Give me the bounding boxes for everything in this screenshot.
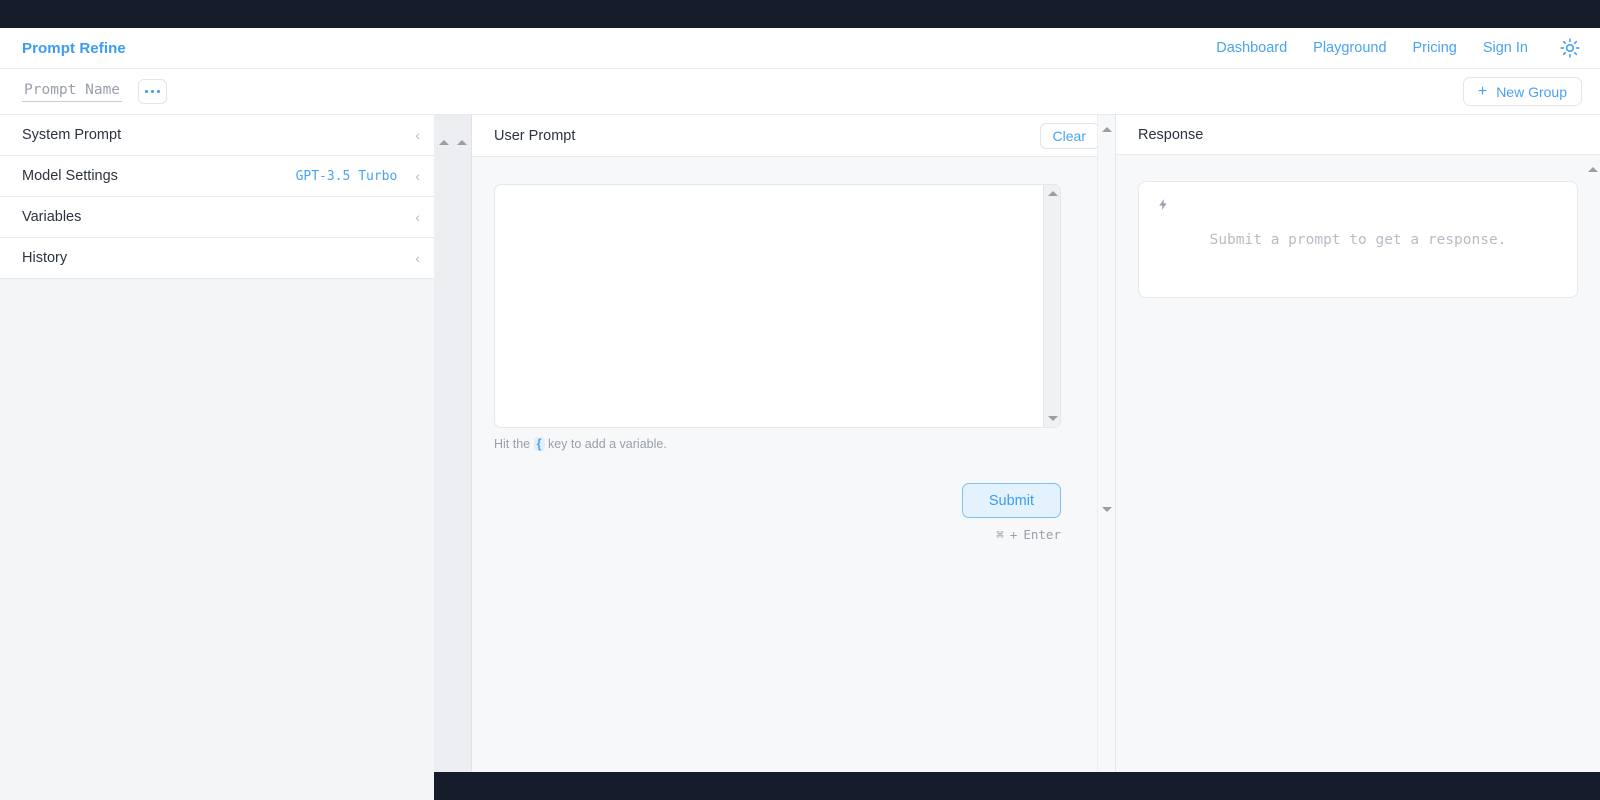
scroll-up-arrow-icon[interactable] bbox=[1102, 127, 1112, 132]
sidebar-item-variables[interactable]: Variables ‹ bbox=[0, 197, 434, 238]
main-body: System Prompt ‹ Model Settings GPT-3.5 T… bbox=[0, 115, 1600, 800]
response-placeholder-text: Submit a prompt to get a response. bbox=[1209, 232, 1507, 248]
prompt-toolbar: Prompt Name + New Group bbox=[0, 69, 1600, 115]
app-window: Prompt Refine Dashboard Playground Prici… bbox=[0, 0, 1600, 800]
sidebar-empty-area bbox=[0, 279, 434, 800]
nav-link-dashboard[interactable]: Dashboard bbox=[1216, 40, 1287, 56]
sidebar-item-model-settings[interactable]: Model Settings GPT-3.5 Turbo ‹ bbox=[0, 156, 434, 197]
sidebar-item-label: History bbox=[22, 250, 68, 266]
chevron-left-icon[interactable]: ‹ bbox=[415, 169, 420, 183]
response-header: Response bbox=[1116, 115, 1600, 155]
submit-button[interactable]: Submit bbox=[961, 483, 1061, 518]
chevron-left-icon[interactable]: ‹ bbox=[415, 251, 420, 265]
scroll-up-arrow-icon[interactable] bbox=[1047, 191, 1058, 196]
model-name-badge: GPT-3.5 Turbo bbox=[295, 168, 398, 184]
ellipsis-icon-dot bbox=[156, 89, 160, 94]
lightning-bolt-icon bbox=[1157, 198, 1170, 214]
ellipsis-icon-dot bbox=[145, 89, 149, 94]
middle-panel-scrollbar[interactable] bbox=[1097, 115, 1115, 772]
sidebar-item-history[interactable]: History ‹ bbox=[0, 238, 434, 279]
variable-hint: Hit the { key to add a variable. bbox=[494, 437, 1075, 451]
app-brand-logo[interactable]: Prompt Refine bbox=[22, 40, 126, 57]
top-chrome-bar bbox=[0, 0, 1600, 28]
shortcut-plus: + bbox=[1009, 527, 1018, 542]
response-panel-scrollbar[interactable] bbox=[1586, 155, 1600, 772]
response-body: Submit a prompt to get a response. bbox=[1116, 155, 1600, 772]
shortcut-enter-key: Enter bbox=[1023, 527, 1061, 542]
scroll-up-arrow-icon[interactable] bbox=[457, 123, 467, 145]
user-prompt-title: User Prompt bbox=[494, 127, 576, 144]
sidebar-item-label: Variables bbox=[22, 209, 82, 225]
left-sidebar: System Prompt ‹ Model Settings GPT-3.5 T… bbox=[0, 115, 434, 800]
submit-shortcut-hint: ⌘ + Enter bbox=[996, 527, 1061, 542]
plus-icon: + bbox=[1477, 82, 1488, 100]
sidebar-item-label: Model Settings bbox=[22, 168, 118, 184]
prompt-textarea-wrapper bbox=[494, 184, 1061, 428]
chevron-left-icon[interactable]: ‹ bbox=[415, 128, 420, 142]
sidebar-scrollbar[interactable] bbox=[434, 115, 472, 772]
prompt-textarea[interactable] bbox=[494, 184, 1061, 428]
scroll-down-arrow-icon[interactable] bbox=[1102, 507, 1112, 512]
user-prompt-body: Hit the { key to add a variable. Submit … bbox=[472, 157, 1115, 772]
submit-row: Submit ⌘ + Enter bbox=[494, 483, 1061, 542]
prompt-toolbar-left: Prompt Name bbox=[22, 79, 168, 104]
prompt-name-input[interactable]: Prompt Name bbox=[22, 81, 123, 102]
prompt-options-button[interactable] bbox=[138, 79, 168, 104]
new-group-button[interactable]: + New Group bbox=[1462, 77, 1582, 106]
nav-links: Dashboard Playground Pricing Sign In bbox=[1216, 38, 1580, 58]
new-group-label: New Group bbox=[1496, 83, 1567, 100]
scroll-up-arrow-icon[interactable] bbox=[439, 123, 449, 145]
chevron-left-icon[interactable]: ‹ bbox=[415, 210, 420, 224]
clear-button[interactable]: Clear bbox=[1039, 122, 1099, 149]
nav-link-sign-in[interactable]: Sign In bbox=[1483, 40, 1528, 56]
top-navbar: Prompt Refine Dashboard Playground Prici… bbox=[0, 28, 1600, 69]
brace-key-icon: { bbox=[533, 437, 545, 451]
sun-icon[interactable] bbox=[1560, 38, 1580, 58]
command-key-icon: ⌘ bbox=[996, 527, 1004, 542]
user-prompt-header: User Prompt Clear bbox=[472, 115, 1115, 157]
variable-hint-prefix: Hit the bbox=[494, 437, 531, 451]
ellipsis-icon-dot bbox=[150, 89, 155, 94]
sidebar-item-system-prompt[interactable]: System Prompt ‹ bbox=[0, 115, 434, 156]
response-card: Submit a prompt to get a response. bbox=[1138, 181, 1578, 298]
nav-link-pricing[interactable]: Pricing bbox=[1413, 40, 1457, 56]
nav-link-playground[interactable]: Playground bbox=[1313, 40, 1386, 56]
response-title: Response bbox=[1138, 126, 1204, 143]
response-panel: Response Submit a prompt to get a respon… bbox=[1116, 115, 1600, 772]
textarea-scrollbar[interactable] bbox=[1043, 185, 1060, 427]
variable-hint-suffix: key to add a variable. bbox=[547, 437, 667, 451]
scroll-down-arrow-icon[interactable] bbox=[1047, 416, 1058, 421]
user-prompt-panel: User Prompt Clear Hit the { key to add a… bbox=[472, 115, 1116, 772]
scroll-up-arrow-icon[interactable] bbox=[1588, 167, 1598, 172]
sidebar-item-label: System Prompt bbox=[22, 127, 122, 143]
